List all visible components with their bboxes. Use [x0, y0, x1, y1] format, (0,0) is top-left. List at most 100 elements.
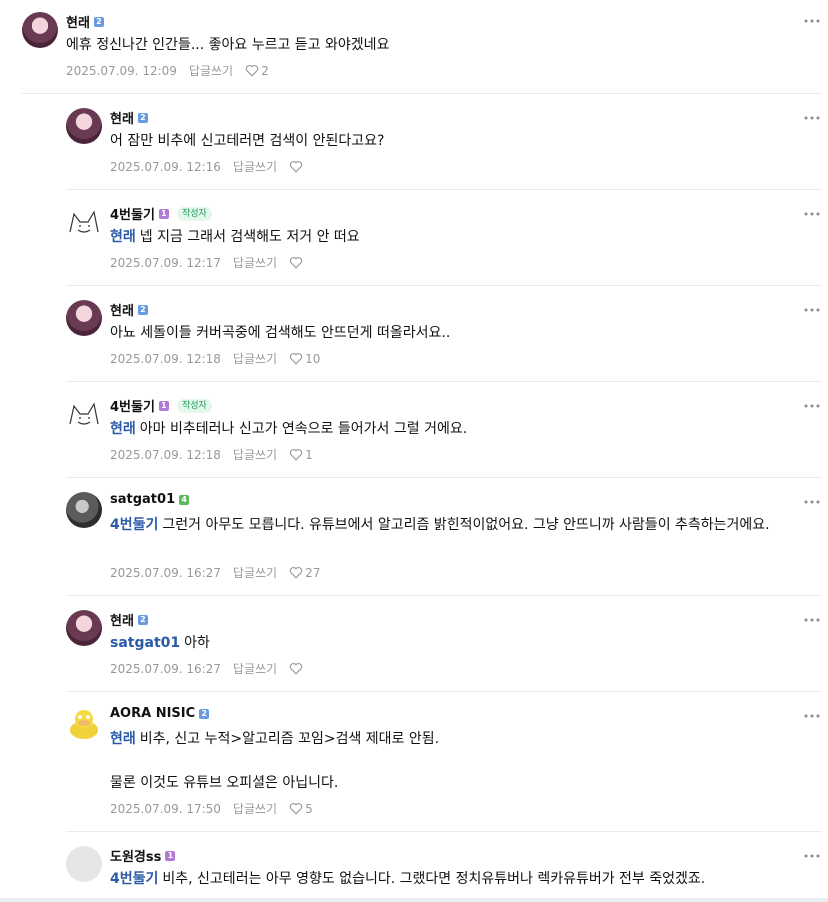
avatar[interactable]	[66, 610, 102, 646]
reply-button[interactable]: 답글쓰기	[233, 800, 277, 817]
more-options-icon[interactable]	[804, 212, 820, 216]
divider	[66, 381, 822, 382]
mention-link[interactable]: 4번둘기	[110, 871, 158, 887]
divider	[66, 595, 822, 596]
comment-date: 2025.07.09. 12:16	[110, 159, 221, 174]
heart-icon	[289, 448, 303, 461]
more-options-icon[interactable]	[804, 404, 820, 408]
like-button[interactable]: 10	[289, 352, 320, 366]
divider	[66, 691, 822, 692]
duck-icon	[70, 710, 98, 739]
comment-date: 2025.07.09. 12:18	[110, 447, 221, 462]
reply-button[interactable]: 답글쓰기	[233, 564, 277, 581]
divider	[22, 93, 822, 94]
author-name[interactable]: 도원경ss	[110, 846, 161, 865]
like-count: 10	[305, 351, 321, 366]
author-name[interactable]: AORA NISIC	[110, 706, 195, 721]
comment-date: 2025.07.09. 17:50	[110, 801, 221, 816]
level-badge: 1	[158, 400, 169, 411]
avatar[interactable]	[66, 846, 102, 882]
heart-icon	[245, 64, 259, 77]
comment-text: 현래 아마 비추테러나 신고가 연속으로 들어가서 그럴 거에요.	[110, 421, 468, 437]
mention-link[interactable]: 현래	[110, 229, 136, 245]
author-name[interactable]: satgat01	[110, 492, 175, 507]
reply-button[interactable]: 답글쓰기	[233, 660, 277, 677]
more-options-icon[interactable]	[804, 500, 820, 504]
heart-icon	[289, 566, 303, 579]
comment-text: 아뇨 세돌이들 커버곡중에 검색해도 안뜨던게 떠올라서요..	[110, 325, 451, 341]
comment-text-paragraph: 물론 이것도 유튜브 오피셜은 아닙니다.	[110, 775, 339, 791]
comment-text: 어 잠만 비추에 신고테러면 검색이 안된다고요?	[110, 133, 385, 149]
more-options-icon[interactable]	[804, 116, 820, 120]
like-count: 27	[305, 565, 321, 580]
more-options-icon[interactable]	[804, 19, 820, 23]
mention-link[interactable]: satgat01	[110, 635, 180, 651]
avatar[interactable]	[66, 492, 102, 528]
heart-icon	[289, 256, 303, 269]
comment-date: 2025.07.09. 12:18	[110, 351, 221, 366]
dog-sketch-icon	[69, 210, 99, 233]
author-name[interactable]: 현래	[66, 12, 90, 31]
comment-text: 4번둘기 그런거 아무도 모릅니다. 유튜브에서 알고리즘 밝힌적이없어요. 그냥…	[110, 517, 770, 533]
level-badge: 1	[165, 850, 176, 861]
mention-link[interactable]: 현래	[110, 731, 136, 747]
more-options-icon[interactable]	[804, 854, 820, 858]
avatar[interactable]	[22, 12, 58, 48]
divider	[66, 189, 822, 190]
like-button[interactable]: 27	[289, 566, 320, 580]
like-button[interactable]	[289, 662, 303, 675]
mention-link[interactable]: 현래	[110, 421, 136, 437]
level-badge: 2	[137, 112, 148, 123]
divider	[66, 831, 822, 832]
avatar[interactable]	[66, 300, 102, 336]
heart-icon	[289, 352, 303, 365]
comment-text: 4번둘기 비추, 신고테러는 아무 영향도 없습니다. 그랬다면 정치유튜버나 렉…	[110, 871, 706, 887]
heart-icon	[289, 662, 303, 675]
level-badge: 2	[93, 16, 104, 27]
author-name[interactable]: 현래	[110, 610, 134, 629]
reply-button[interactable]: 답글쓰기	[189, 62, 233, 79]
like-button[interactable]: 2	[245, 64, 269, 78]
like-button[interactable]	[289, 160, 303, 173]
heart-icon	[289, 160, 303, 173]
dog-sketch-icon	[69, 402, 99, 425]
more-options-icon[interactable]	[804, 714, 820, 718]
comment-date: 2025.07.09. 12:17	[110, 255, 221, 270]
author-name[interactable]: 현래	[110, 108, 134, 127]
avatar[interactable]	[66, 204, 102, 240]
level-badge: 2	[137, 614, 148, 625]
comment-text: 현래 비추, 신고 누적>알고리즘 꼬임>검색 제대로 안됨.	[110, 731, 440, 747]
more-options-icon[interactable]	[804, 618, 820, 622]
like-button[interactable]	[289, 256, 303, 269]
avatar[interactable]	[66, 706, 102, 742]
comment-date: 2025.07.09. 16:27	[110, 661, 221, 676]
author-name[interactable]: 4번둘기	[110, 396, 155, 415]
reply-button[interactable]: 답글쓰기	[233, 158, 277, 175]
level-badge: 1	[158, 208, 169, 219]
like-count: 2	[261, 63, 269, 78]
comment-text: 에휴 정신나간 인간들... 좋아요 누르고 듣고 와야겠네요	[66, 37, 390, 53]
reply-button[interactable]: 답글쓰기	[233, 350, 277, 367]
author-badge: 작성자	[176, 398, 212, 413]
author-badge: 작성자	[176, 206, 212, 221]
author-name[interactable]: 현래	[110, 300, 134, 319]
like-button[interactable]: 5	[289, 802, 313, 816]
reply-button[interactable]: 답글쓰기	[233, 254, 277, 271]
comment-text: 현래 넵 지금 그래서 검색해도 저거 안 떠요	[110, 229, 360, 245]
mention-link[interactable]: 4번둘기	[110, 517, 158, 533]
reply-button[interactable]: 답글쓰기	[233, 446, 277, 463]
avatar[interactable]	[66, 108, 102, 144]
like-count: 1	[305, 447, 313, 462]
like-count: 5	[305, 801, 313, 816]
divider	[66, 285, 822, 286]
level-badge: 4	[179, 494, 190, 505]
like-button[interactable]: 1	[289, 448, 313, 462]
avatar[interactable]	[66, 396, 102, 432]
heart-icon	[289, 802, 303, 815]
comment-date: 2025.07.09. 12:09	[66, 63, 177, 78]
more-options-icon[interactable]	[804, 308, 820, 312]
level-badge: 2	[137, 304, 148, 315]
page-bottom-edge	[0, 898, 828, 902]
level-badge: 2	[199, 708, 210, 719]
author-name[interactable]: 4번둘기	[110, 204, 155, 223]
